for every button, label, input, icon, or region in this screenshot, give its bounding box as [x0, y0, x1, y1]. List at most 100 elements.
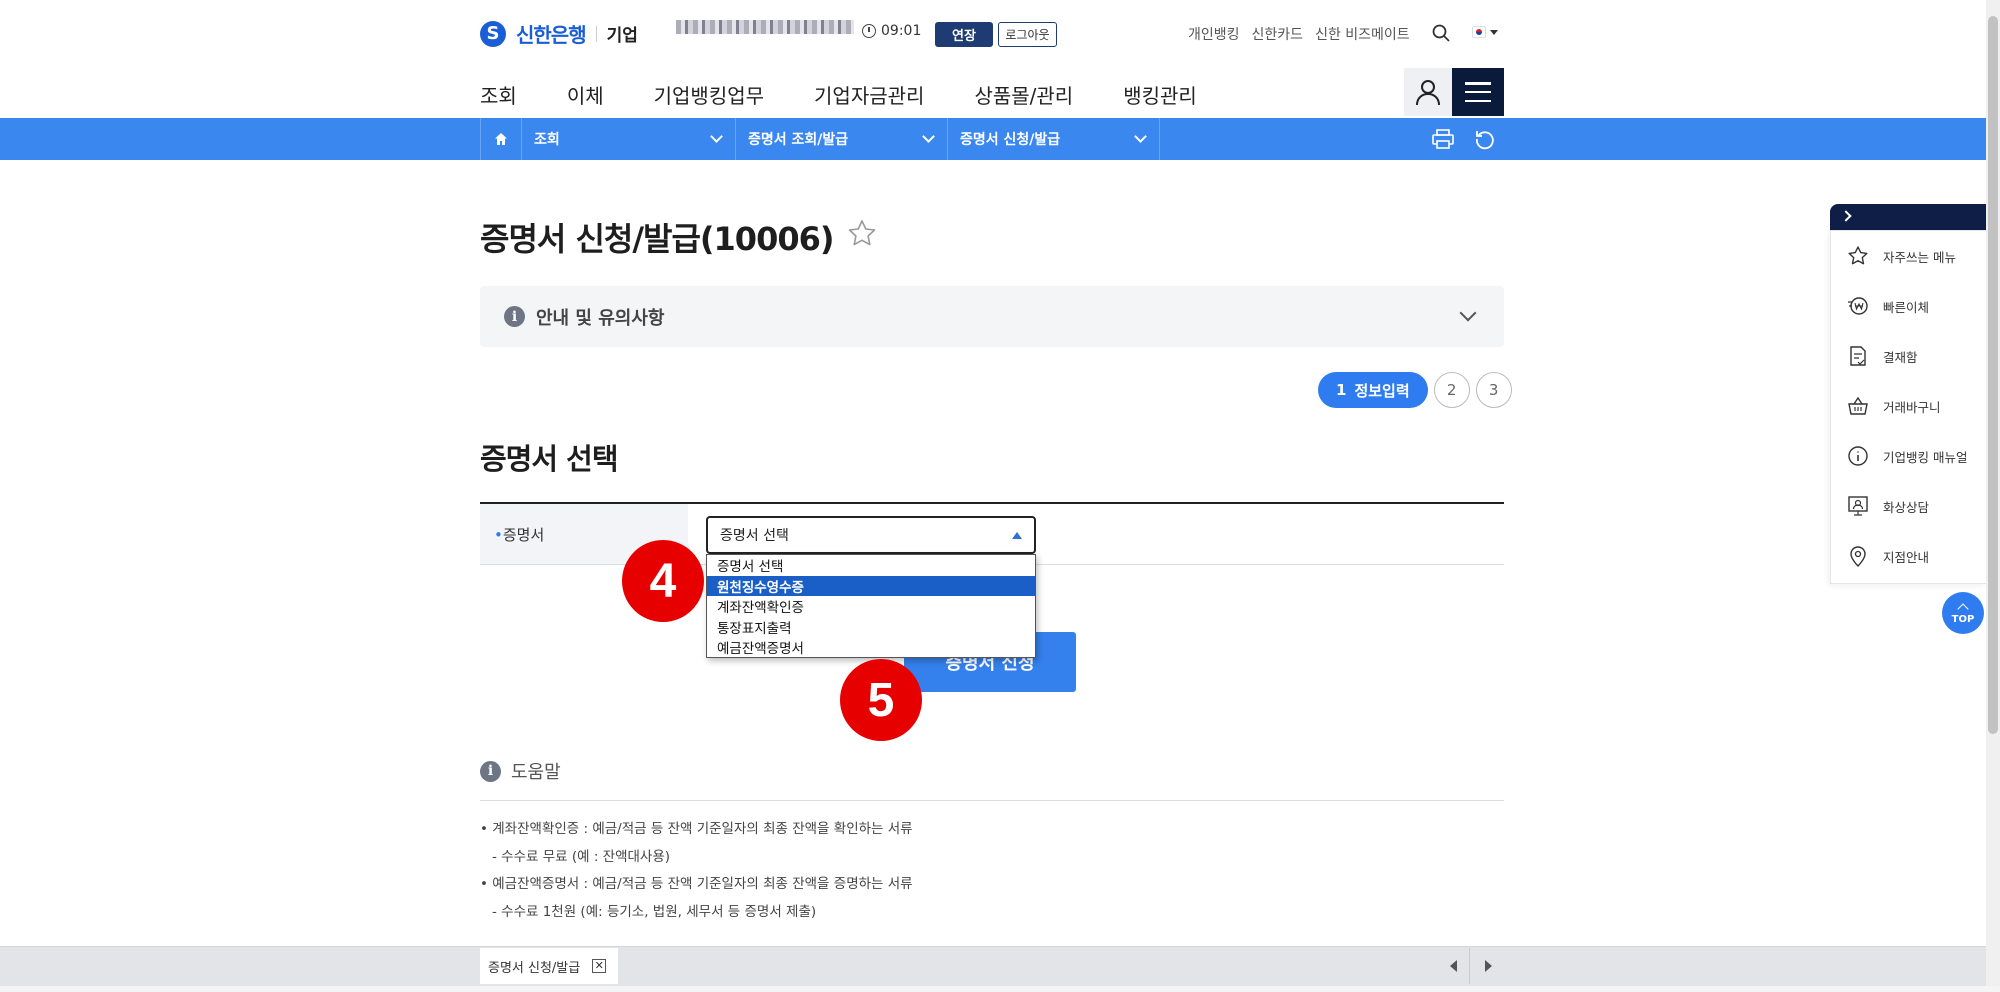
- gnb-product-mall[interactable]: 상품몰/관리: [974, 80, 1073, 109]
- shinhan-logo[interactable]: S 신한은행 기업: [480, 19, 638, 48]
- home-button[interactable]: [480, 118, 522, 160]
- breadcrumb-label: 조회: [534, 132, 560, 148]
- util-link-shinhan-card[interactable]: 신한카드: [1252, 24, 1304, 44]
- chevron-down-icon: [922, 130, 935, 143]
- breadcrumb-level-1[interactable]: 조회: [522, 118, 736, 160]
- field-label-text: 증명서: [502, 526, 545, 544]
- chevron-up-icon: [1957, 603, 1969, 615]
- open-tab[interactable]: 증명서 신청/발급 ✕: [480, 948, 618, 984]
- quick-menu-label: 기업뱅킹 매뉴얼: [1883, 449, 1968, 465]
- close-icon[interactable]: ✕: [592, 959, 607, 973]
- certificate-dropdown-list: 증명서 선택 원천징수영수증 계좌잔액확인증 통장표지출력 예금잔액증명서: [706, 554, 1036, 658]
- dropdown-option-highlighted[interactable]: 원천징수영수증: [707, 575, 1035, 596]
- gnb-inquiry[interactable]: 조회: [480, 80, 517, 109]
- caret-up-icon: [1012, 532, 1022, 539]
- certificate-select[interactable]: 증명서 선택: [706, 516, 1036, 554]
- tab-next-button[interactable]: [1472, 948, 1504, 984]
- info-icon: i: [504, 306, 525, 327]
- tab-prev-button[interactable]: [1438, 948, 1470, 984]
- help-title: 도움말: [511, 762, 561, 783]
- util-link-bizmate[interactable]: 신한 비즈메이트: [1315, 24, 1410, 44]
- required-mark: •: [494, 526, 503, 544]
- dropdown-option[interactable]: 계좌잔액확인증: [707, 596, 1035, 617]
- logo-divider: [595, 25, 597, 42]
- help-line: 계좌잔액확인증 : 예금/적금 등 잔액 기준일자의 최종 잔액을 확인하는 서…: [480, 816, 912, 844]
- star-icon: [1848, 246, 1868, 265]
- page-title: 증명서 신청/발급(10006): [480, 220, 834, 258]
- step-label: 정보입력: [1354, 381, 1410, 400]
- notice-accordion[interactable]: i 안내 및 유의사항: [480, 286, 1504, 347]
- quick-menu-branch[interactable]: 지점안내: [1831, 531, 1986, 581]
- help-line: - 수수료 1천원 (예: 등기소, 법원, 세무서 등 증명서 제출): [492, 903, 817, 920]
- certificate-field-label: •증명서: [494, 524, 544, 545]
- help-heading: i 도움말: [480, 758, 561, 784]
- logout-button[interactable]: 로그아웃: [998, 22, 1057, 47]
- basket-icon: [1848, 396, 1868, 415]
- utility-links: 개인뱅킹 신한카드 신한 비즈메이트: [1188, 24, 1410, 44]
- chevron-down-icon: [1134, 130, 1147, 143]
- breadcrumb-level-3[interactable]: 증명서 신청/발급: [948, 118, 1160, 160]
- scrollbar-thumb[interactable]: [1988, 16, 1998, 734]
- favorite-star-icon[interactable]: [846, 218, 878, 250]
- gnb-banking-management[interactable]: 뱅킹관리: [1123, 80, 1197, 109]
- blurred-user-name: [676, 20, 854, 34]
- quick-menu-basket[interactable]: 거래바구니: [1831, 381, 1986, 431]
- dropdown-option[interactable]: 예금잔액증명서: [707, 637, 1035, 658]
- chevron-down-icon: [1459, 304, 1477, 322]
- quick-menu-label: 결재함: [1883, 349, 1918, 365]
- print-icon[interactable]: [1432, 129, 1454, 149]
- global-nav: 조회 이체 기업뱅킹업무 기업자금관리 상품몰/관리 뱅킹관리: [480, 80, 1247, 109]
- all-menu-button[interactable]: [1452, 68, 1504, 116]
- gnb-corporate-banking[interactable]: 기업뱅킹업무: [654, 80, 764, 109]
- dropdown-option[interactable]: 통장표지출력: [707, 617, 1035, 638]
- step-badge-5: 5: [840, 659, 922, 741]
- quick-menu-label: 자주쓰는 메뉴: [1883, 249, 1956, 265]
- step-3: 3: [1475, 372, 1512, 408]
- gnb-fund-management[interactable]: 기업자금관리: [814, 80, 924, 109]
- dropdown-option[interactable]: 증명서 선택: [707, 555, 1035, 576]
- quick-menu-manual[interactable]: 기업뱅킹 매뉴얼: [1831, 431, 1986, 481]
- quick-menu-video-consult[interactable]: 화상상담: [1831, 481, 1986, 531]
- scroll-top-button[interactable]: TOP: [1942, 592, 1984, 634]
- search-icon[interactable]: [1432, 24, 1450, 42]
- caret-down-icon: [1490, 29, 1498, 35]
- breadcrumb-label: 증명서 신청/발급: [960, 132, 1061, 148]
- language-selector[interactable]: [1472, 26, 1498, 38]
- my-page-button[interactable]: [1404, 68, 1452, 116]
- extend-session-button[interactable]: 연장: [935, 22, 993, 47]
- chevron-down-icon: [710, 130, 723, 143]
- shinhan-logo-icon: S: [480, 20, 506, 47]
- logo-sub-label: 기업: [606, 26, 638, 46]
- refresh-icon[interactable]: [1474, 128, 1496, 150]
- bottom-tab-bar: [0, 946, 1986, 986]
- quick-menu: 자주쓰는 메뉴 빠른이체 결재함 거래바구니 기업뱅킹 매뉴얼 화상상담 지점안…: [1830, 230, 1986, 584]
- arrow-right-icon: [1484, 960, 1492, 972]
- korea-flag-icon: [1472, 26, 1486, 38]
- won-transfer-icon: [1848, 297, 1868, 315]
- quick-menu-label: 화상상담: [1883, 499, 1930, 515]
- chevron-right-icon: [1840, 210, 1852, 222]
- quick-menu-label: 빠른이체: [1883, 299, 1930, 315]
- step-1-active: 1 정보입력: [1318, 372, 1428, 408]
- video-consult-icon: [1848, 496, 1868, 516]
- window-bottom-edge: [0, 986, 2000, 992]
- quick-menu-approval[interactable]: 결재함: [1831, 331, 1986, 381]
- select-current-value: 증명서 선택: [720, 528, 789, 544]
- help-divider: [480, 800, 1504, 801]
- session-timer: 09:01: [862, 23, 921, 39]
- util-link-personal-banking[interactable]: 개인뱅킹: [1188, 24, 1240, 44]
- help-line: - 수수료 무료 (예 : 잔액대사용): [492, 848, 671, 865]
- quick-menu-favorites[interactable]: 자주쓰는 메뉴: [1831, 231, 1986, 281]
- quick-menu-toggle[interactable]: [1830, 204, 1986, 230]
- info-circle-icon: [1848, 446, 1868, 466]
- step-number: 1: [1336, 381, 1347, 399]
- hamburger-icon: [1465, 82, 1491, 102]
- step-badge-4: 4: [622, 540, 704, 622]
- section-title: 증명서 선택: [480, 442, 618, 476]
- gnb-transfer[interactable]: 이체: [567, 80, 604, 109]
- quick-menu-label: 지점안내: [1883, 549, 1930, 565]
- quick-menu-fast-transfer[interactable]: 빠른이체: [1831, 281, 1986, 331]
- breadcrumb-level-2[interactable]: 증명서 조회/발급: [736, 118, 948, 160]
- open-tab-label: 증명서 신청/발급: [488, 960, 581, 976]
- map-pin-icon: [1850, 546, 1866, 567]
